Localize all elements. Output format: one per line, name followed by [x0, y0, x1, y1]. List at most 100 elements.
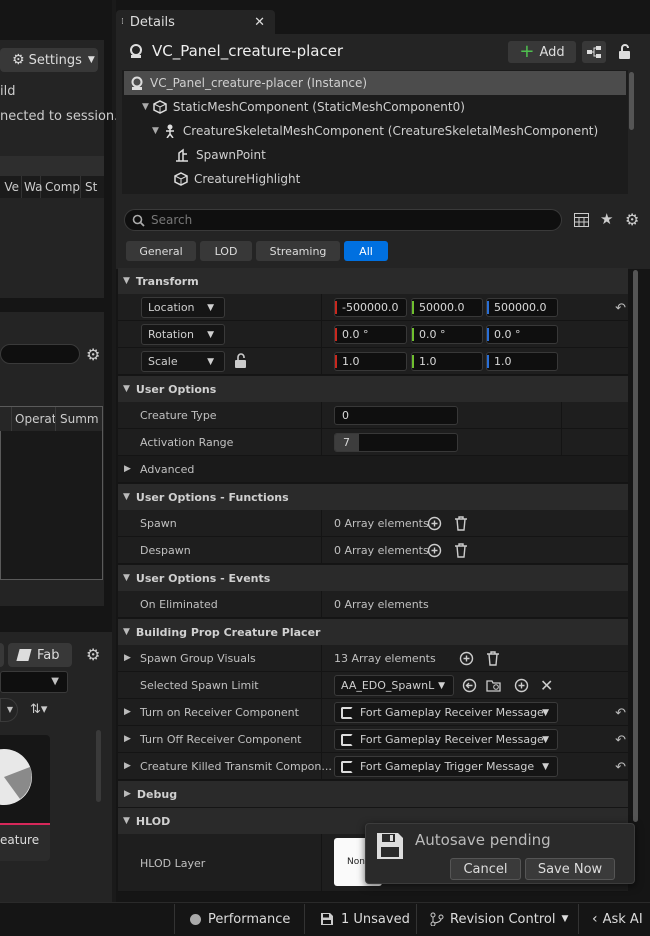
- tree-item[interactable]: CreatureHighlight: [124, 167, 626, 191]
- scale-mode-dropdown[interactable]: Scale ▼: [141, 351, 225, 372]
- scrollbar[interactable]: [96, 730, 101, 802]
- save-icon: [376, 832, 404, 860]
- tree-item[interactable]: SpawnPoint: [124, 143, 626, 167]
- star-icon[interactable]: ★: [600, 210, 613, 228]
- ask-ai-button[interactable]: ‹ Ask AI: [592, 902, 643, 936]
- filter-lod[interactable]: LOD: [200, 241, 252, 261]
- creature-type-field[interactable]: 0: [334, 406, 458, 425]
- clear-icon[interactable]: ✕: [540, 676, 553, 695]
- scrollbar[interactable]: [633, 270, 638, 822]
- tree-item[interactable]: ▼ CreatureSkeletalMeshComponent (Creatur…: [124, 119, 626, 143]
- gear-icon: ⚙: [12, 52, 25, 68]
- filter-dropdown[interactable]: ▼: [0, 671, 68, 693]
- field-value: 0.0 °: [419, 328, 446, 341]
- property-row-turn-on-receiver: ▶ Turn on Receiver Component Fort Gamepl…: [118, 699, 628, 726]
- column-header[interactable]: Ve: [0, 176, 22, 198]
- sort-icon[interactable]: ⇅▾: [30, 702, 47, 717]
- unlock-icon[interactable]: [234, 353, 248, 369]
- asset-tile[interactable]: eature: [0, 735, 50, 861]
- category-user-options-events[interactable]: ▼ User Options - Events: [118, 565, 628, 591]
- save-now-button[interactable]: Save Now: [525, 858, 615, 880]
- scale-y-field[interactable]: 1.0: [411, 352, 483, 371]
- unsaved-button[interactable]: 1 Unsaved: [320, 902, 410, 936]
- rotation-x-field[interactable]: 0.0 °: [334, 325, 407, 344]
- caret-right-icon[interactable]: ▶: [124, 761, 131, 771]
- column-header[interactable]: St: [81, 176, 97, 198]
- scale-x-field[interactable]: 1.0: [334, 352, 407, 371]
- turn-off-class-picker[interactable]: Fort Gameplay Receiver Message ▼: [334, 729, 558, 750]
- column-header[interactable]: Comp: [41, 176, 81, 198]
- search-input[interactable]: Search: [124, 209, 562, 231]
- static-mesh-icon: [174, 172, 188, 186]
- browse-folder-icon[interactable]: [486, 678, 502, 693]
- reset-icon[interactable]: ↶: [615, 733, 626, 748]
- category-user-options[interactable]: ▼ User Options: [118, 376, 628, 402]
- blueprint-icon[interactable]: [582, 41, 606, 63]
- filter-streaming[interactable]: Streaming: [256, 241, 340, 261]
- caret-right-icon[interactable]: ▶: [124, 653, 131, 663]
- fab-button[interactable]: Fab: [8, 643, 72, 667]
- tab-details[interactable]: ⁞ Details ✕: [116, 10, 275, 34]
- add-element-icon[interactable]: [514, 678, 529, 693]
- column-header[interactable]: Operat: [12, 407, 56, 431]
- use-selected-icon[interactable]: [462, 678, 477, 693]
- turn-on-class-picker[interactable]: Fort Gameplay Receiver Message ▼: [334, 702, 558, 723]
- filter-general[interactable]: General: [126, 241, 196, 261]
- filter-all[interactable]: All: [344, 241, 388, 261]
- left-panel: ⚙ Settings ▼ ild nected to session. Ve W…: [0, 0, 118, 902]
- cancel-button[interactable]: Cancel: [450, 858, 521, 880]
- property-row-on-eliminated: On Eliminated 0 Array elements: [118, 591, 628, 618]
- reset-icon[interactable]: ↶: [615, 301, 626, 316]
- trash-icon[interactable]: [486, 651, 500, 666]
- reset-icon[interactable]: ↶: [615, 706, 626, 721]
- trash-icon[interactable]: [454, 543, 468, 558]
- lock-icon[interactable]: [618, 44, 632, 60]
- tree-item[interactable]: ▼ StaticMeshComponent (StaticMeshCompone…: [124, 95, 626, 119]
- close-icon[interactable]: ✕: [254, 15, 265, 30]
- property-row-spawn: Spawn 0 Array elements: [118, 510, 628, 537]
- activation-range-slider[interactable]: 7: [334, 433, 458, 452]
- gear-icon[interactable]: ⚙: [86, 645, 100, 664]
- tree-item[interactable]: VC_Panel_creature-placer (Instance): [124, 71, 626, 95]
- column-header[interactable]: Wa: [22, 176, 42, 198]
- revision-control-button[interactable]: Revision Control ▼: [430, 902, 568, 936]
- caret-right-icon[interactable]: ▶: [124, 707, 131, 717]
- location-mode-dropdown[interactable]: Location ▼: [141, 297, 225, 318]
- gear-icon[interactable]: ⚙: [86, 345, 100, 364]
- add-component-button[interactable]: + Add: [508, 41, 576, 63]
- field-value: 1.0: [494, 355, 512, 368]
- category-debug[interactable]: ▶ Debug: [118, 781, 628, 807]
- rotation-mode-dropdown[interactable]: Rotation ▼: [141, 324, 225, 345]
- reset-icon[interactable]: ↶: [615, 760, 626, 775]
- caret-right-icon[interactable]: ▶: [124, 734, 131, 744]
- settings-button[interactable]: ⚙ Settings ▼: [0, 48, 98, 72]
- performance-button[interactable]: Performance: [190, 902, 290, 936]
- gear-icon[interactable]: ⚙: [625, 210, 639, 229]
- field-value: 0.0 °: [342, 328, 369, 341]
- category-label: User Options: [135, 382, 217, 396]
- trash-icon[interactable]: [454, 516, 468, 531]
- property-label: HLOD Layer: [140, 856, 206, 870]
- add-element-icon[interactable]: [427, 516, 442, 531]
- rotation-z-field[interactable]: 0.0 °: [486, 325, 558, 344]
- property-row-advanced[interactable]: ▶ Advanced: [118, 456, 628, 483]
- scale-z-field[interactable]: 1.0: [486, 352, 558, 371]
- rotation-y-field[interactable]: 0.0 °: [411, 325, 483, 344]
- toolbar-button[interactable]: [0, 643, 4, 667]
- column-header[interactable]: Summ: [56, 407, 99, 431]
- location-x-field[interactable]: -500000.0: [334, 298, 407, 317]
- spawn-limit-asset-picker[interactable]: AA_EDO_SpawnL ▼: [334, 675, 454, 696]
- category-transform[interactable]: ▼ Transform: [118, 268, 628, 294]
- location-y-field[interactable]: 50000.0: [411, 298, 483, 317]
- chevron-down-icon: ▼: [538, 761, 557, 772]
- category-user-options-functions[interactable]: ▼ User Options - Functions: [118, 484, 628, 510]
- killed-class-picker[interactable]: Fort Gameplay Trigger Message C ▼: [334, 756, 558, 777]
- location-z-field[interactable]: 500000.0: [486, 298, 558, 317]
- table-view-icon[interactable]: [574, 213, 589, 227]
- add-element-icon[interactable]: [459, 651, 474, 666]
- scrollbar[interactable]: [629, 72, 634, 130]
- chevron-down-icon: ▼: [438, 680, 445, 691]
- search-input[interactable]: [0, 344, 80, 364]
- add-element-icon[interactable]: [427, 543, 442, 558]
- category-building-prop-creature-placer[interactable]: ▼ Building Prop Creature Placer: [118, 619, 628, 645]
